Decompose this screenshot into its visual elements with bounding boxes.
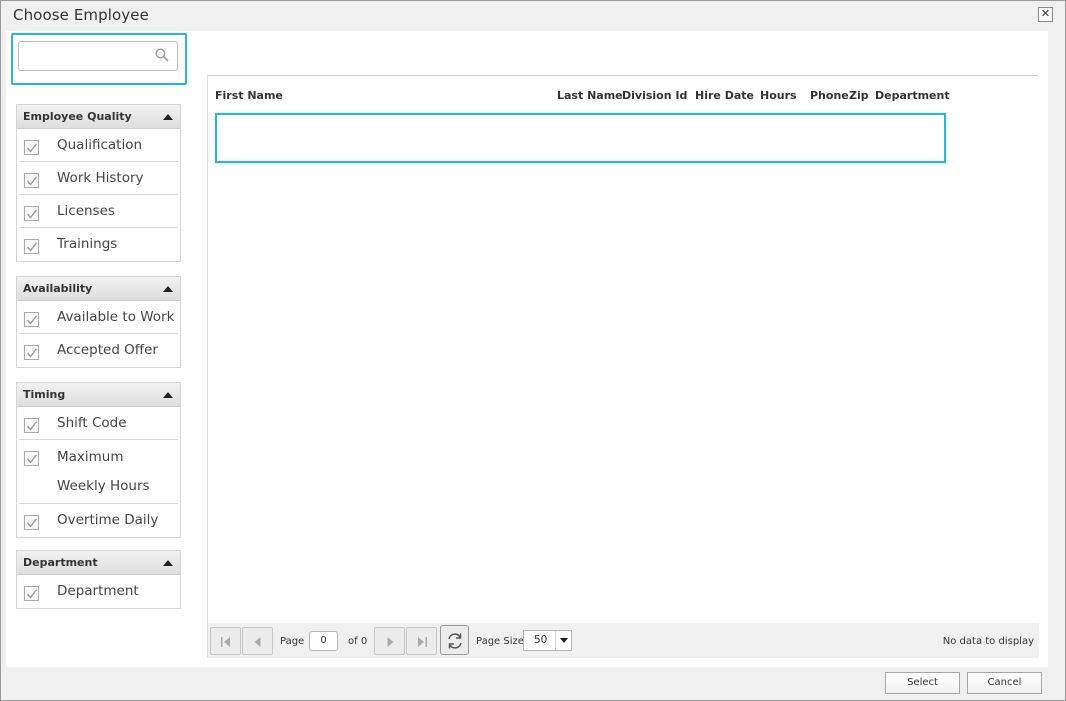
filter-item-accepted-offer[interactable]: Accepted Offer bbox=[19, 334, 178, 367]
panel-header-department[interactable]: Department bbox=[17, 551, 180, 575]
filter-item-available-to-work[interactable]: Available to Work bbox=[19, 301, 178, 334]
filter-panel-department: Department Department bbox=[16, 550, 181, 609]
column-header-hire-date[interactable]: Hire Date bbox=[695, 89, 754, 102]
search-box[interactable] bbox=[18, 41, 178, 71]
empty-row-highlight bbox=[215, 113, 946, 163]
page-label: Page bbox=[280, 636, 305, 647]
filter-item-department[interactable]: Department bbox=[19, 575, 178, 608]
close-icon[interactable]: ✕ bbox=[1038, 7, 1053, 22]
first-page-icon bbox=[221, 637, 230, 647]
checkbox[interactable] bbox=[24, 312, 39, 327]
filter-item-maximum-weekly-hours[interactable]: Maximum Weekly Hours bbox=[19, 440, 178, 504]
filter-item-qualification[interactable]: Qualification bbox=[19, 129, 178, 162]
page-count-label: of 0 bbox=[348, 636, 368, 647]
column-header-phone[interactable]: Phone bbox=[810, 89, 849, 102]
page-size-value: 50 bbox=[534, 634, 548, 646]
page-number-input[interactable]: 0 bbox=[309, 631, 338, 651]
filter-item-label: Licenses bbox=[57, 203, 115, 219]
filter-item-licenses[interactable]: Licenses bbox=[19, 195, 178, 228]
filter-item-label: Maximum Weekly Hours bbox=[57, 449, 150, 494]
grid-header: First Name Last Name Division Id Hire Da… bbox=[208, 76, 1038, 106]
chevron-down-icon[interactable] bbox=[555, 631, 571, 650]
checkbox[interactable] bbox=[24, 140, 39, 155]
cancel-button[interactable]: Cancel bbox=[967, 672, 1042, 694]
filter-item-label: Trainings bbox=[57, 236, 118, 252]
previous-page-button[interactable] bbox=[242, 627, 273, 655]
collapse-icon[interactable] bbox=[163, 392, 173, 398]
no-data-status: No data to display bbox=[942, 636, 1034, 647]
next-page-icon bbox=[387, 637, 394, 647]
choose-employee-dialog: Choose Employee ✕ Employee Quality Quali… bbox=[0, 0, 1066, 701]
filter-item-overtime-daily[interactable]: Overtime Daily bbox=[19, 504, 178, 537]
select-button[interactable]: Select bbox=[885, 672, 960, 694]
filter-item-label: Department bbox=[57, 583, 139, 599]
last-page-icon bbox=[418, 637, 427, 647]
page-size-select[interactable]: 50 bbox=[523, 630, 572, 651]
pager: Page 0 of 0 Page Size 50 No data to disp… bbox=[208, 623, 1039, 658]
panel-title: Department bbox=[23, 556, 98, 569]
panel-header-availability[interactable]: Availability bbox=[17, 277, 180, 301]
column-header-zip[interactable]: Zip bbox=[849, 89, 869, 102]
dialog-content: Employee Quality Qualification Work Hist… bbox=[6, 31, 1048, 667]
filter-item-label: Work History bbox=[57, 170, 144, 186]
previous-page-icon bbox=[254, 637, 261, 647]
column-header-first-name[interactable]: First Name bbox=[215, 89, 283, 102]
search-input[interactable] bbox=[25, 43, 155, 69]
checkbox[interactable] bbox=[24, 206, 39, 221]
employee-grid: First Name Last Name Division Id Hire Da… bbox=[207, 75, 1039, 658]
panel-header-timing[interactable]: Timing bbox=[17, 383, 180, 407]
last-page-button[interactable] bbox=[406, 627, 437, 655]
collapse-icon[interactable] bbox=[163, 114, 173, 120]
checkbox[interactable] bbox=[24, 239, 39, 254]
filter-item-label: Overtime Daily bbox=[57, 512, 159, 528]
panel-title: Timing bbox=[23, 388, 66, 401]
panel-header-employee-quality[interactable]: Employee Quality bbox=[17, 105, 180, 129]
checkbox[interactable] bbox=[24, 586, 39, 601]
checkbox[interactable] bbox=[24, 345, 39, 360]
filter-item-label: Available to Work bbox=[57, 309, 175, 325]
column-header-division-id[interactable]: Division Id bbox=[622, 89, 687, 102]
panel-title: Employee Quality bbox=[23, 110, 132, 123]
filter-panel-employee-quality: Employee Quality Qualification Work Hist… bbox=[16, 104, 181, 262]
collapse-icon[interactable] bbox=[163, 560, 173, 566]
filter-item-trainings[interactable]: Trainings bbox=[19, 228, 178, 261]
column-header-last-name[interactable]: Last Name bbox=[557, 89, 623, 102]
refresh-icon bbox=[448, 633, 462, 649]
filter-panel-availability: Availability Available to Work Accepted … bbox=[16, 276, 181, 368]
checkbox[interactable] bbox=[24, 515, 39, 530]
filter-panel-timing: Timing Shift Code Maximum Weekly Hours O… bbox=[16, 382, 181, 538]
page-size-label: Page Size bbox=[476, 636, 524, 647]
column-header-department[interactable]: Department bbox=[875, 89, 950, 102]
collapse-icon[interactable] bbox=[163, 286, 173, 292]
filter-item-work-history[interactable]: Work History bbox=[19, 162, 178, 195]
filter-item-label: Shift Code bbox=[57, 415, 127, 431]
dialog-title: Choose Employee bbox=[13, 6, 149, 24]
refresh-button[interactable] bbox=[440, 625, 469, 655]
checkbox[interactable] bbox=[24, 418, 39, 433]
filter-item-shift-code[interactable]: Shift Code bbox=[19, 407, 178, 440]
filter-item-label: Accepted Offer bbox=[57, 342, 158, 358]
next-page-button[interactable] bbox=[374, 627, 405, 655]
column-header-hours[interactable]: Hours bbox=[760, 89, 797, 102]
panel-title: Availability bbox=[23, 282, 93, 295]
search-icon[interactable] bbox=[155, 48, 169, 62]
filter-item-label: Qualification bbox=[57, 137, 143, 153]
checkbox[interactable] bbox=[24, 451, 39, 466]
checkbox[interactable] bbox=[24, 173, 39, 188]
first-page-button[interactable] bbox=[210, 627, 241, 655]
